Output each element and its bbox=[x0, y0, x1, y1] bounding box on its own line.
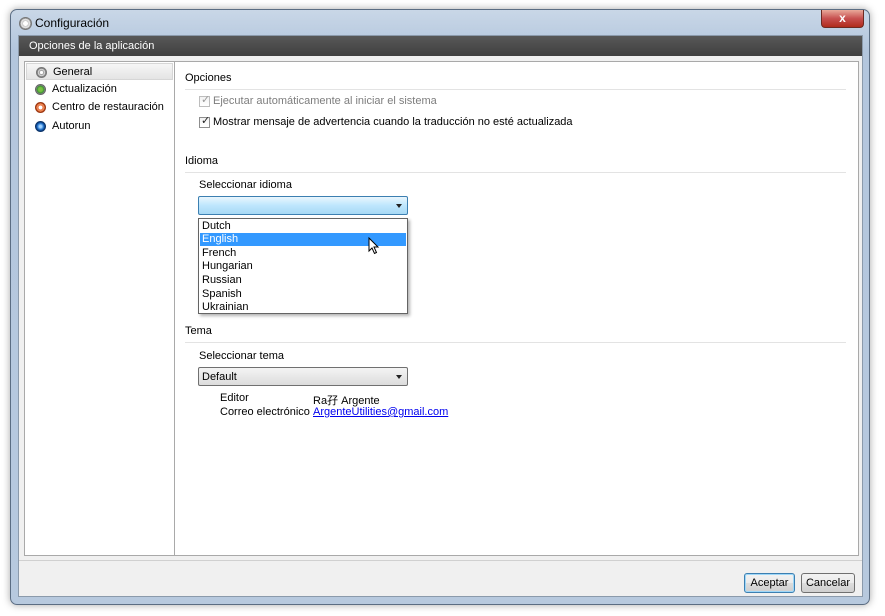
warning-checkbox[interactable]: ✓ bbox=[199, 115, 211, 128]
close-button[interactable]: x bbox=[821, 10, 864, 28]
chevron-down-icon bbox=[396, 204, 402, 208]
mouse-cursor-icon bbox=[368, 237, 380, 255]
section-divider bbox=[185, 89, 846, 90]
page-header: Opciones de la aplicación bbox=[19, 36, 862, 56]
lifebuoy-icon bbox=[35, 102, 46, 113]
language-dropdown-list: Dutch English French Hungarian Russian S… bbox=[198, 218, 408, 314]
dropdown-option-dutch[interactable]: Dutch bbox=[200, 220, 406, 233]
accept-button[interactable]: Aceptar bbox=[744, 573, 795, 593]
checkmark-icon: ✓ bbox=[201, 94, 211, 106]
settings-window: Configuración x Opciones de la aplicació… bbox=[10, 9, 870, 605]
sidebar-item-general[interactable]: General bbox=[26, 63, 173, 80]
cancel-button[interactable]: Cancelar bbox=[801, 573, 855, 593]
footer-divider bbox=[19, 560, 862, 561]
section-divider bbox=[185, 172, 846, 173]
sidebar-item-autorun[interactable]: Autorun bbox=[26, 118, 173, 135]
checkmark-icon: ✓ bbox=[201, 115, 211, 127]
section-title-opciones: Opciones bbox=[185, 72, 232, 84]
section-title-tema: Tema bbox=[185, 325, 212, 337]
dropdown-option-ukrainian[interactable]: Ukrainian bbox=[200, 301, 406, 314]
dropdown-option-russian[interactable]: Russian bbox=[200, 274, 406, 287]
sidebar-item-label: Actualización bbox=[52, 83, 117, 95]
section-title-idioma: Idioma bbox=[185, 155, 219, 167]
autostart-label: Ejecutar automáticamente al iniciar el s… bbox=[213, 95, 437, 107]
gear-icon bbox=[36, 67, 47, 78]
update-icon bbox=[35, 84, 46, 95]
gear-icon bbox=[19, 17, 32, 30]
autostart-checkbox[interactable]: ✓ bbox=[199, 94, 211, 107]
sidebar-item-label: Centro de restauración bbox=[52, 101, 164, 113]
sidebar-item-centro-restauracion[interactable]: Centro de restauración bbox=[26, 99, 173, 116]
dropdown-option-spanish[interactable]: Spanish bbox=[200, 288, 406, 301]
settings-panel: Opciones ✓ Ejecutar automáticamente al i… bbox=[174, 61, 859, 556]
sidebar-item-label: General bbox=[53, 66, 93, 78]
client-area: Opciones de la aplicación General Actual… bbox=[18, 35, 863, 597]
email-link[interactable]: ArgenteUtilities@gmail.com bbox=[313, 406, 448, 418]
dropdown-option-hungarian[interactable]: Hungarian bbox=[200, 260, 406, 273]
warning-label: Mostrar mensaje de advertencia cuando la… bbox=[213, 116, 573, 128]
sidebar: General Actualización Centro de restaura… bbox=[24, 61, 175, 556]
title-bar[interactable]: Configuración x bbox=[11, 10, 869, 35]
sidebar-item-actualizacion[interactable]: Actualización bbox=[26, 81, 173, 98]
sidebar-item-label: Autorun bbox=[52, 120, 91, 132]
theme-select[interactable]: Default bbox=[198, 367, 408, 386]
autorun-icon bbox=[35, 121, 46, 132]
section-divider bbox=[185, 342, 846, 343]
window-title: Configuración bbox=[35, 16, 110, 30]
theme-select-value: Default bbox=[202, 371, 237, 383]
email-label: Correo electrónico bbox=[220, 406, 310, 418]
editor-label: Editor bbox=[220, 392, 249, 404]
language-select[interactable] bbox=[198, 196, 408, 215]
chevron-down-icon bbox=[396, 375, 402, 379]
theme-select-label: Seleccionar tema bbox=[199, 350, 284, 362]
language-select-label: Seleccionar idioma bbox=[199, 179, 292, 191]
